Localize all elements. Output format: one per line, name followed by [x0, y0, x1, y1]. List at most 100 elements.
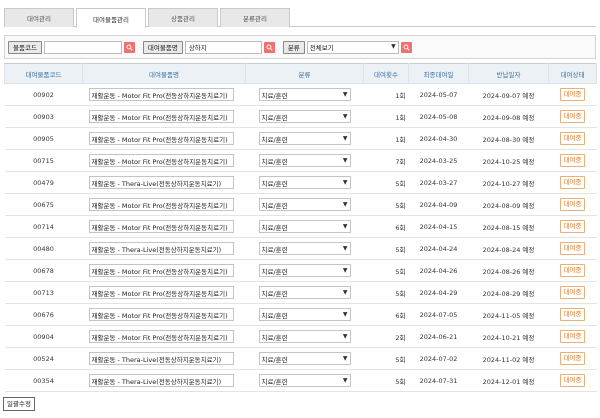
item-name-field[interactable]: 재활운동 - Motor Fit Pro(전동상하지운동치료기): [88, 330, 234, 343]
item-name-cell: 재활운동 - Motor Fit Pro(전동상하지운동치료기): [82, 83, 246, 106]
chevron-down-icon: ▼: [342, 222, 348, 230]
category-row-select[interactable]: 치료/훈련 ▼: [258, 352, 351, 365]
category-value: 치료/훈련: [261, 91, 288, 100]
item-name-field[interactable]: 재활운동 - Motor Fit Pro(전동상하지운동치료기): [88, 264, 234, 277]
category-row-select[interactable]: 치료/훈련 ▼: [258, 220, 351, 233]
item-name-field[interactable]: 재활운동 - Motor Fit Pro(전동상하지운동치료기): [88, 198, 234, 211]
item-name: 재활운동 - Motor Fit Pro(전동상하지운동치료기): [91, 311, 228, 320]
item-name-cell: 재활운동 - Motor Fit Pro(전동상하지운동치료기): [82, 193, 246, 216]
category-row-select[interactable]: 치료/훈련 ▼: [258, 264, 351, 277]
rental-status-button[interactable]: 대여중: [559, 330, 586, 343]
rental-status-button[interactable]: 대여중: [559, 308, 586, 321]
last-rental-date: 2024-04-26: [408, 259, 469, 282]
last-rental-date: 2024-03-25: [408, 149, 469, 172]
tab-product-management[interactable]: 상품관리: [148, 8, 218, 27]
return-date: 2024-09-08 예정: [468, 105, 549, 128]
rental-status-button[interactable]: 대여중: [559, 88, 586, 101]
category-row-select[interactable]: 치료/훈련 ▼: [258, 132, 351, 145]
category-select[interactable]: 전체보기 ▼: [306, 40, 399, 54]
category-row-select[interactable]: 치료/훈련 ▼: [258, 110, 351, 123]
rental-count: 1회: [363, 83, 409, 106]
category-row-select[interactable]: 치료/훈련 ▼: [258, 330, 351, 343]
item-name-field[interactable]: 재활운동 - Motor Fit Pro(전동상하지운동치료기): [88, 132, 234, 145]
category-search-button[interactable]: [400, 41, 412, 53]
category-row-select[interactable]: 치료/훈련 ▼: [258, 198, 351, 211]
table-header-row: 대여물품코드 대여물품명 분류 대여횟수 최종대여일 반납일자 대여상태: [4, 63, 597, 84]
item-name-cell: 재활운동 - Motor Fit Pro(전동상하지운동치료기): [82, 215, 246, 238]
rental-status-button[interactable]: 대여중: [559, 176, 586, 189]
item-name-field[interactable]: 재활운동 - Motor Fit Pro(전동상하지운동치료기): [88, 154, 234, 167]
bulk-edit-button[interactable]: 일괄수정: [3, 397, 35, 411]
item-code: 00479: [4, 171, 83, 194]
item-name-field[interactable]: 재활운동 - Thera-Live(전동상하지운동치료기): [88, 352, 234, 365]
item-name-cell: 재활운동 - Thera-Live(전동상하지운동치료기): [82, 237, 246, 260]
category-row-select[interactable]: 치료/훈련 ▼: [258, 308, 351, 321]
category-cell: 치료/훈련 ▼: [245, 347, 364, 370]
item-name-field[interactable]: 재활운동 - Thera-Live(전동상하지운동치료기): [88, 176, 234, 189]
rental-status-button[interactable]: 대여중: [559, 132, 586, 145]
rental-count: 5회: [363, 281, 409, 304]
status-cell: 대여중: [548, 171, 597, 194]
tab-rental-item-management[interactable]: 대여물품관리: [76, 8, 146, 28]
return-date: 2024-11-02 예정: [468, 347, 549, 370]
rental-status-button[interactable]: 대여중: [559, 374, 586, 387]
category-cell: 치료/훈련 ▼: [245, 303, 364, 326]
category-row-select[interactable]: 치료/훈련 ▼: [258, 374, 351, 387]
item-code: 00902: [4, 83, 83, 106]
status-cell: 대여중: [548, 347, 597, 370]
item-name-field[interactable]: 재활운동 - Motor Fit Pro(전동상하지운동치료기): [88, 88, 234, 101]
item-code-input[interactable]: [43, 40, 122, 54]
chevron-down-icon: ▼: [342, 332, 348, 340]
item-name-field[interactable]: 재활운동 - Motor Fit Pro(전동상하지운동치료기): [88, 286, 234, 299]
rental-status-button[interactable]: 대여중: [559, 110, 586, 123]
last-rental-date: 2024-07-31: [408, 369, 469, 392]
item-name-field[interactable]: 재활운동 - Motor Fit Pro(전동상하지운동치료기): [88, 110, 234, 123]
item-name-cell: 재활운동 - Motor Fit Pro(전동상하지운동치료기): [82, 105, 246, 128]
rental-status-button[interactable]: 대여중: [559, 198, 586, 211]
item-name-cell: 재활운동 - Motor Fit Pro(전동상하지운동치료기): [82, 281, 246, 304]
category-cell: 치료/훈련 ▼: [245, 105, 364, 128]
item-name-search-button[interactable]: [263, 41, 275, 53]
status-cell: 대여중: [548, 325, 597, 348]
item-name-field[interactable]: 재활운동 - Motor Fit Pro(전동상하지운동치료기): [88, 308, 234, 321]
item-code: 00904: [4, 325, 83, 348]
category-label: 분류: [282, 40, 305, 54]
search-icon: [266, 44, 273, 51]
header-item-code: 대여물품코드: [4, 63, 83, 84]
rental-status-button[interactable]: 대여중: [559, 242, 586, 255]
item-name-field[interactable]: 재활운동 - Thera-Live(전동상하지운동치료기): [88, 374, 234, 387]
rental-status-button[interactable]: 대여중: [559, 264, 586, 277]
rental-status-button[interactable]: 대여중: [559, 154, 586, 167]
rental-count: 7회: [363, 149, 409, 172]
item-name-cell: 재활운동 - Thera-Live(전동상하지운동치료기): [82, 171, 246, 194]
category-cell: 치료/훈련 ▼: [245, 259, 364, 282]
last-rental-date: 2024-04-30: [408, 127, 469, 150]
return-date: 2024-11-05 예정: [468, 303, 549, 326]
return-date: 2024-08-26 예정: [468, 259, 549, 282]
chevron-down-icon: ▼: [342, 376, 348, 384]
item-code-search-button[interactable]: [123, 41, 135, 53]
item-name-input[interactable]: [184, 40, 262, 54]
last-rental-date: 2024-04-15: [408, 215, 469, 238]
item-name-label: 대여물품명: [142, 40, 183, 54]
category-row-select[interactable]: 치료/훈련 ▼: [258, 154, 351, 167]
last-rental-date: 2024-03-27: [408, 171, 469, 194]
rental-status-button[interactable]: 대여중: [559, 352, 586, 365]
rental-status-button[interactable]: 대여중: [559, 286, 586, 299]
tab-category-management[interactable]: 분류관리: [220, 8, 290, 27]
item-code-label: 물품코드: [8, 40, 42, 54]
item-name-field[interactable]: 재활운동 - Motor Fit Pro(전동상하지운동치료기): [88, 220, 234, 233]
category-row-select[interactable]: 치료/훈련 ▼: [258, 242, 351, 255]
category-row-select[interactable]: 치료/훈련 ▼: [258, 286, 351, 299]
rental-count: 1회: [363, 127, 409, 150]
last-rental-date: 2024-07-05: [408, 303, 469, 326]
item-name: 재활운동 - Motor Fit Pro(전동상하지운동치료기): [91, 91, 228, 100]
category-row-select[interactable]: 치료/훈련 ▼: [258, 176, 351, 189]
status-cell: 대여중: [548, 259, 597, 282]
rental-status-button[interactable]: 대여중: [559, 220, 586, 233]
item-name-field[interactable]: 재활운동 - Thera-Live(전동상하지운동치료기): [88, 242, 234, 255]
category-row-select[interactable]: 치료/훈련 ▼: [258, 88, 351, 101]
item-name-cell: 재활운동 - Thera-Live(전동상하지운동치료기): [82, 369, 246, 392]
item-code: 00903: [4, 105, 83, 128]
tab-rental-management[interactable]: 대여관리: [4, 8, 74, 27]
